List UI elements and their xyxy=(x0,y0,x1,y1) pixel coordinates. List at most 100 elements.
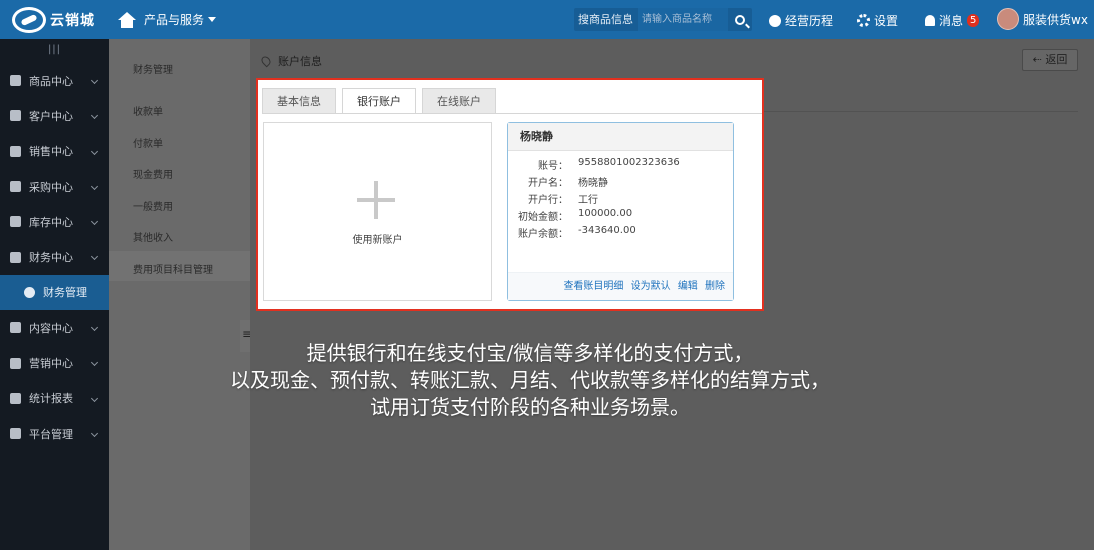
sidebar-item-finance[interactable]: 财务中心 xyxy=(0,239,109,274)
messages-label: 消息 xyxy=(939,14,964,28)
layers-icon xyxy=(10,216,21,228)
sidebar-item-sales[interactable]: 销售中心 xyxy=(0,134,109,169)
account-info-panel: 基本信息 银行账户 在线账户 使用新账户 杨晓静 账号： 955880100232… xyxy=(256,78,764,311)
search-icon xyxy=(735,14,745,25)
submenu-link-other-income[interactable]: 其他收入 xyxy=(133,229,173,244)
account-row-bank: 开户行： 工行 xyxy=(508,191,733,208)
bell-icon xyxy=(925,15,935,26)
logo[interactable]: 云销城 xyxy=(12,6,102,34)
sidebar-collapse-toggle[interactable]: ||| xyxy=(0,39,109,63)
submenu-link-receipts[interactable]: 收款单 xyxy=(133,103,163,118)
settings-label: 设置 xyxy=(874,14,899,28)
caption-line-3: 试用订货支付阶段的各种业务场景。 xyxy=(370,395,690,419)
new-account-card[interactable]: 使用新账户 xyxy=(263,122,492,301)
account-holder-name: 杨晓静 xyxy=(508,123,733,151)
sidebar-item-customers[interactable]: 客户中心 xyxy=(0,98,109,133)
logo-text: 云销城 xyxy=(50,13,95,29)
edit-link[interactable]: 编辑 xyxy=(678,281,698,292)
field-label: 初始金额： xyxy=(518,212,568,223)
plus-icon xyxy=(357,181,395,219)
account-row-initial-amount: 初始金额： 100000.00 xyxy=(508,208,733,225)
sidebar-item-label: 客户中心 xyxy=(29,109,73,123)
delete-link[interactable]: 删除 xyxy=(705,281,725,292)
tabs-divider xyxy=(262,113,762,114)
sidebar-item-marketing[interactable]: 营销中心 xyxy=(0,345,109,380)
top-bar: 云销城 产品与服务 搜商品信息 请输入商品名称 经营历程 设置 消息 5 服装供… xyxy=(0,0,1094,46)
tag-icon xyxy=(10,357,21,369)
sidebar-item-label: 营销中心 xyxy=(29,357,73,371)
back-button[interactable]: ⇠ 返回 xyxy=(1022,49,1078,71)
back-arrow-icon: ⇠ xyxy=(1032,53,1046,66)
products-services-menu[interactable]: 产品与服务 xyxy=(118,11,217,28)
field-label: 开户名： xyxy=(528,178,568,189)
account-tabs: 基本信息 银行账户 在线账户 xyxy=(262,88,502,114)
chevron-down-icon xyxy=(90,253,99,261)
cart-icon xyxy=(10,145,21,157)
sidebar-item-label: 销售中心 xyxy=(29,145,73,159)
caption-line-2: 以及现金、预付款、转账汇款、月结、代收款等多样化的结算方式， xyxy=(230,368,830,392)
money-bag-icon xyxy=(24,286,35,298)
breadcrumb: 账户信息 xyxy=(259,53,322,69)
account-row-balance: 账户余额： -343640.00 xyxy=(508,225,733,242)
view-ledger-link[interactable]: 查看账目明细 xyxy=(563,281,623,292)
sidebar-item-finance-management[interactable]: 财务管理 xyxy=(0,274,109,311)
chevron-down-icon xyxy=(90,394,99,402)
field-label: 账户余额： xyxy=(518,229,568,240)
avatar xyxy=(997,8,1019,30)
sidebar-item-content[interactable]: 内容中心 xyxy=(0,310,109,345)
settings-link[interactable]: 设置 xyxy=(857,12,898,29)
sidebar-item-label: 库存中心 xyxy=(29,215,73,229)
home-icon xyxy=(118,11,136,28)
search-type-select[interactable]: 搜商品信息 xyxy=(574,8,638,46)
tab-bank-account[interactable]: 银行账户 xyxy=(342,88,416,114)
sidebar-item-reports[interactable]: 统计报表 xyxy=(0,381,109,416)
bar-chart-icon xyxy=(10,392,21,404)
gear-icon xyxy=(857,14,870,27)
chevron-down-icon xyxy=(90,324,99,332)
purchase-icon xyxy=(10,181,21,193)
field-value: 工行 xyxy=(578,195,598,206)
tab-basic-info[interactable]: 基本信息 xyxy=(262,88,336,114)
submenu-title: 财务管理 xyxy=(133,65,173,76)
location-pin-icon xyxy=(259,54,273,68)
sidebar-item-purchase[interactable]: 采购中心 xyxy=(0,169,109,204)
search-input[interactable]: 请输入商品名称 xyxy=(638,8,728,31)
clock-icon xyxy=(769,14,781,27)
submenu: 财务管理 收款单 付款单 现金费用 一般费用 其他收入 费用项目科目管理 xyxy=(109,39,250,550)
user-menu[interactable]: 服装供货wx xyxy=(997,8,1088,30)
chevron-down-icon xyxy=(90,429,99,438)
field-label: 开户行： xyxy=(528,195,568,206)
user-label: 服装供货wx xyxy=(1023,12,1088,27)
sidebar-item-label: 采购中心 xyxy=(29,180,73,194)
submenu-link-expense-items[interactable]: 费用项目科目管理 xyxy=(133,261,213,276)
history-label: 经营历程 xyxy=(785,14,834,28)
messages-badge: 5 xyxy=(967,14,980,27)
page-title: 账户信息 xyxy=(278,55,322,68)
tab-online-account[interactable]: 在线账户 xyxy=(422,88,496,114)
chevron-down-icon xyxy=(90,147,99,155)
sidebar-item-inventory[interactable]: 库存中心 xyxy=(0,204,109,239)
chevron-down-icon xyxy=(90,112,99,120)
sidebar-item-products[interactable]: 商品中心 xyxy=(0,63,109,98)
logo-icon xyxy=(12,7,46,33)
search-button[interactable] xyxy=(728,8,752,31)
submenu-link-general-expense[interactable]: 一般费用 xyxy=(133,198,173,213)
field-value: 100000.00 xyxy=(578,208,633,219)
set-default-link[interactable]: 设为默认 xyxy=(631,281,671,292)
field-value: -343640.00 xyxy=(578,225,636,236)
sidebar-item-platform[interactable]: 平台管理 xyxy=(0,416,109,451)
submenu-link-cash-expense[interactable]: 现金费用 xyxy=(133,166,173,181)
history-link[interactable]: 经营历程 xyxy=(769,12,833,29)
user-icon xyxy=(10,110,21,122)
bank-account-card: 杨晓静 账号： 9558801002323636 开户名： 杨晓静 开户行： 工行 初… xyxy=(507,122,734,301)
caption-overlay: 提供银行和在线支付宝/微信等多样化的支付方式， 以及现金、预付款、转账汇款、月结… xyxy=(160,340,900,421)
field-value: 杨晓静 xyxy=(578,178,608,189)
sidebar-item-label: 内容中心 xyxy=(29,321,73,335)
messages-link[interactable]: 消息 5 xyxy=(925,12,980,29)
submenu-link-payments[interactable]: 付款单 xyxy=(133,135,163,150)
sidebar-item-label: 平台管理 xyxy=(29,427,73,441)
sidebar-item-label: 商品中心 xyxy=(29,74,73,88)
search-bar: 搜商品信息 请输入商品名称 xyxy=(574,8,752,46)
caption-line-1: 提供银行和在线支付宝/微信等多样化的支付方式， xyxy=(306,341,754,365)
account-row-number: 账号： 9558801002323636 xyxy=(508,157,733,174)
